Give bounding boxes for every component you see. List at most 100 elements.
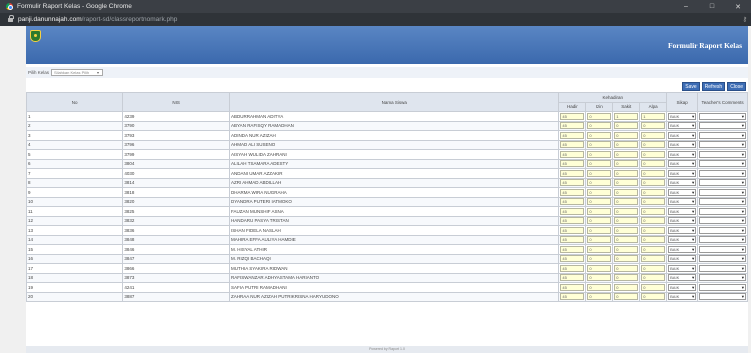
hadir-input[interactable]: 45 [560,150,585,158]
izin-input[interactable]: 0 [587,236,612,244]
alpa-input[interactable]: 0 [641,255,666,263]
alpa-input[interactable]: 0 [641,283,666,291]
hadir-input[interactable]: 45 [560,245,585,253]
comment-select[interactable]: ▾ [699,255,746,263]
hadir-input[interactable]: 45 [560,112,585,120]
alpa-input[interactable]: 0 [641,198,666,206]
key-icon[interactable]: ⚷ [743,16,747,23]
sakit-input[interactable]: 0 [614,122,639,130]
comment-select[interactable]: ▾ [699,217,746,225]
alpa-input[interactable]: 0 [641,264,666,272]
alpa-input[interactable]: 0 [641,141,666,149]
sikap-select[interactable]: BAIK ▾ [668,255,697,263]
sikap-select[interactable]: BAIK ▾ [668,245,697,253]
alpa-input[interactable]: 0 [641,236,666,244]
alpa-input[interactable]: 0 [641,245,666,253]
comment-select[interactable]: ▾ [699,188,746,196]
sikap-select[interactable]: BAIK ▾ [668,188,697,196]
hadir-input[interactable]: 45 [560,236,585,244]
izin-input[interactable]: 0 [587,150,612,158]
comment-select[interactable]: ▾ [699,245,746,253]
address-bar[interactable]: panji.danunnajah.com/raport-sd/classrepo… [0,13,751,26]
izin-input[interactable]: 0 [587,160,612,168]
comment-select[interactable]: ▾ [699,169,746,177]
izin-input[interactable]: 0 [587,207,612,215]
sakit-input[interactable]: 0 [614,131,639,139]
sikap-select[interactable]: BAIK ▾ [668,150,697,158]
sakit-input[interactable]: 0 [614,226,639,234]
maximize-button[interactable]: □ [699,0,725,13]
sikap-select[interactable]: BAIK ▾ [668,198,697,206]
sikap-select[interactable]: BAIK ▾ [668,274,697,282]
comment-select[interactable]: ▾ [699,293,746,301]
alpa-input[interactable]: 0 [641,122,666,130]
sikap-select[interactable]: BAIK ▾ [668,131,697,139]
hadir-input[interactable]: 45 [560,198,585,206]
izin-input[interactable]: 0 [587,141,612,149]
comment-select[interactable]: ▾ [699,274,746,282]
sakit-input[interactable]: 0 [614,150,639,158]
class-select[interactable]: Silahkan Kelas Pilih ▾ [51,69,104,76]
sikap-select[interactable]: BAIK ▾ [668,217,697,225]
izin-input[interactable]: 0 [587,226,612,234]
comment-select[interactable]: ▾ [699,141,746,149]
comment-select[interactable]: ▾ [699,179,746,187]
alpa-input[interactable]: 0 [641,188,666,196]
alpa-input[interactable]: 0 [641,131,666,139]
sikap-select[interactable]: BAIK ▾ [668,141,697,149]
sikap-select[interactable]: BAIK ▾ [668,264,697,272]
sikap-select[interactable]: BAIK ▾ [668,112,697,120]
hadir-input[interactable]: 45 [560,226,585,234]
comment-select[interactable]: ▾ [699,150,746,158]
hadir-input[interactable]: 45 [560,283,585,291]
hadir-input[interactable]: 45 [560,255,585,263]
alpa-input[interactable]: 0 [641,160,666,168]
hadir-input[interactable]: 45 [560,169,585,177]
izin-input[interactable]: 0 [587,283,612,291]
comment-select[interactable]: ▾ [699,131,746,139]
sakit-input[interactable]: 1 [614,112,639,120]
izin-input[interactable]: 0 [587,217,612,225]
comment-select[interactable]: ▾ [699,207,746,215]
hadir-input[interactable]: 45 [560,264,585,272]
alpa-input[interactable]: 0 [641,217,666,225]
close-window-button[interactable]: ✕ [725,0,751,13]
comment-select[interactable]: ▾ [699,122,746,130]
sakit-input[interactable]: 0 [614,188,639,196]
izin-input[interactable]: 0 [587,112,612,120]
hadir-input[interactable]: 45 [560,217,585,225]
izin-input[interactable]: 0 [587,179,612,187]
hadir-input[interactable]: 45 [560,160,585,168]
alpa-input[interactable]: 0 [641,179,666,187]
hadir-input[interactable]: 45 [560,122,585,130]
alpa-input[interactable]: 0 [641,293,666,301]
sikap-select[interactable]: BAIK ▾ [668,226,697,234]
izin-input[interactable]: 0 [587,188,612,196]
sakit-input[interactable]: 0 [614,198,639,206]
sikap-select[interactable]: BAIK ▾ [668,236,697,244]
hadir-input[interactable]: 45 [560,141,585,149]
url-text[interactable]: panji.danunnajah.com/raport-sd/classrepo… [18,16,177,23]
sikap-select[interactable]: BAIK ▾ [668,283,697,291]
sikap-select[interactable]: BAIK ▾ [668,293,697,301]
hadir-input[interactable]: 45 [560,188,585,196]
alpa-input[interactable]: 0 [641,150,666,158]
sakit-input[interactable]: 0 [614,274,639,282]
sakit-input[interactable]: 0 [614,283,639,291]
sikap-select[interactable]: BAIK ▾ [668,122,697,130]
alpa-input[interactable]: 0 [641,226,666,234]
minimize-button[interactable]: – [673,0,699,13]
comment-select[interactable]: ▾ [699,112,746,120]
refresh-button[interactable]: Refresh [701,82,726,91]
izin-input[interactable]: 0 [587,198,612,206]
comment-select[interactable]: ▾ [699,264,746,272]
alpa-input[interactable]: 0 [641,274,666,282]
sakit-input[interactable]: 0 [614,160,639,168]
hadir-input[interactable]: 45 [560,274,585,282]
izin-input[interactable]: 0 [587,245,612,253]
sakit-input[interactable]: 0 [614,236,639,244]
hadir-input[interactable]: 45 [560,293,585,301]
izin-input[interactable]: 0 [587,169,612,177]
alpa-input[interactable]: 0 [641,169,666,177]
sikap-select[interactable]: BAIK ▾ [668,169,697,177]
